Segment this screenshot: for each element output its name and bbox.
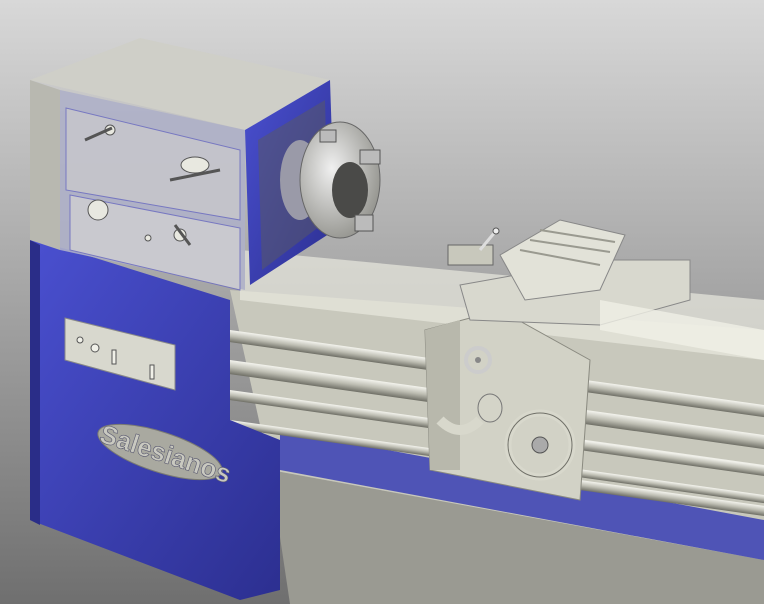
apron-side: [425, 320, 460, 470]
lathe-scene: Salesianos: [0, 0, 764, 604]
headstock-side: [30, 80, 60, 250]
pedestal-side: [30, 240, 40, 525]
